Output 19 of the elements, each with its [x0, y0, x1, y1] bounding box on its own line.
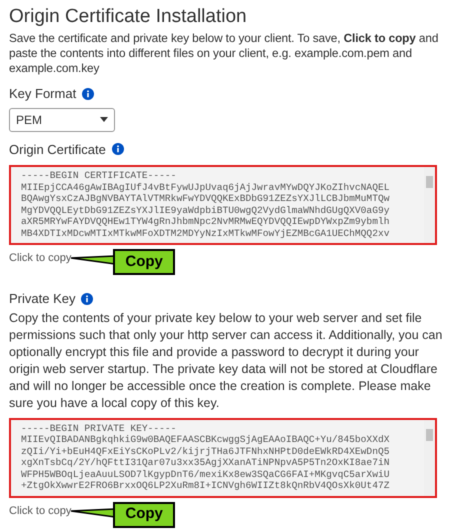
info-icon [82, 88, 94, 100]
key-format-label: Key Format [9, 85, 76, 103]
key-text: -----BEGIN PRIVATE KEY----- MIIEvQIBADANBgkqhkiG9w0BAQEFAASCBKcwggSjAgEAAoIBAQC+Yu/845boXXdX zQIi/Yi+bEuH4QFxEiYsCKoPLv2/kijrjTHa6JTFNhxNHPtD0deEWkRD4XEwDnQ5 xgXnTsbCq/2Y/hQFttI31Qar07u3xx35AgjXXanATiNPNpvA5P5Tn2OxKI8ae7iN WFPH5WBOqLjeaAuuLSOD7lKgypDnT6/mexiKx8ew3SQaCG6FAI+MKgvqC5arXwiU +ZtgOkXwwrE2FRO6BrxxOQ6LP2XuRm8I+ICNVgh6WIIZt8kQnRbV4QOsXk0Ut47Z [20, 422, 390, 494]
key-text: -----BEGIN CERTIFICATE----- MIIEpjCCA46gAwIBAgIUfJ4vBtFywUJpUvaq6jAjJwravMYwDQYJKoZIhvcNAQEL BQAwgYsxCzAJBgNVBAYTAlVTMRkwFwYDVQQKExBDbG91ZEZsYXJlLCBJbmMuMTQw MgYDVQQLEytDbG91ZEZsYXJlIE9yaWdpbiBTU0wgQ2VydGlmaWNhdGUgQXV0aG9y aXR5MRYwFAYDVQQHEw1TYW4gRnJhbmNpc2NvMRMwEQYDVQQIEwpDYWxpZm9ybmlh MB4XDTIxMDcwMTIxMTkwMFoXDTM2MDYyNzIxMTkwMFowYjEZMBcGA1UEChMQQ2xv [20, 169, 390, 241]
info-icon [81, 292, 94, 305]
click-to-copy-hint[interactable]: Click to copy [9, 502, 72, 519]
section-label: Origin Certificate [9, 140, 106, 159]
private-key-field[interactable] [9, 418, 437, 498]
intro-text: Save the certificate and private key below to your client. To save, Click to copy and paste the contents into different files on your client, e.g. example.com.pem and example.com.key [9, 31, 440, 76]
caret-icon [100, 117, 108, 122]
key-format-select[interactable]: PEM [9, 108, 115, 132]
info-icon [112, 143, 124, 156]
description-text: Copy the contents of your private key below to your web server and set file permissions such that only your http server can access it. Additionally, you can optionally encrypt this file and provide a password to decrypt it during your origin web server startup. The private key data will not be stored at Cloudflare and will no longer be accessible once the creation is complete. Please make sure you have a local copy of this key. [9, 310, 444, 412]
copy-callout: Copy [113, 502, 175, 528]
click-to-copy-hint[interactable]: Click to copy [9, 250, 72, 266]
page-title: Origin Certificate Installation [9, 5, 248, 29]
section-label: Private Key [9, 290, 76, 308]
copy-callout: Copy [113, 249, 175, 275]
certificate-field[interactable] [9, 165, 437, 245]
